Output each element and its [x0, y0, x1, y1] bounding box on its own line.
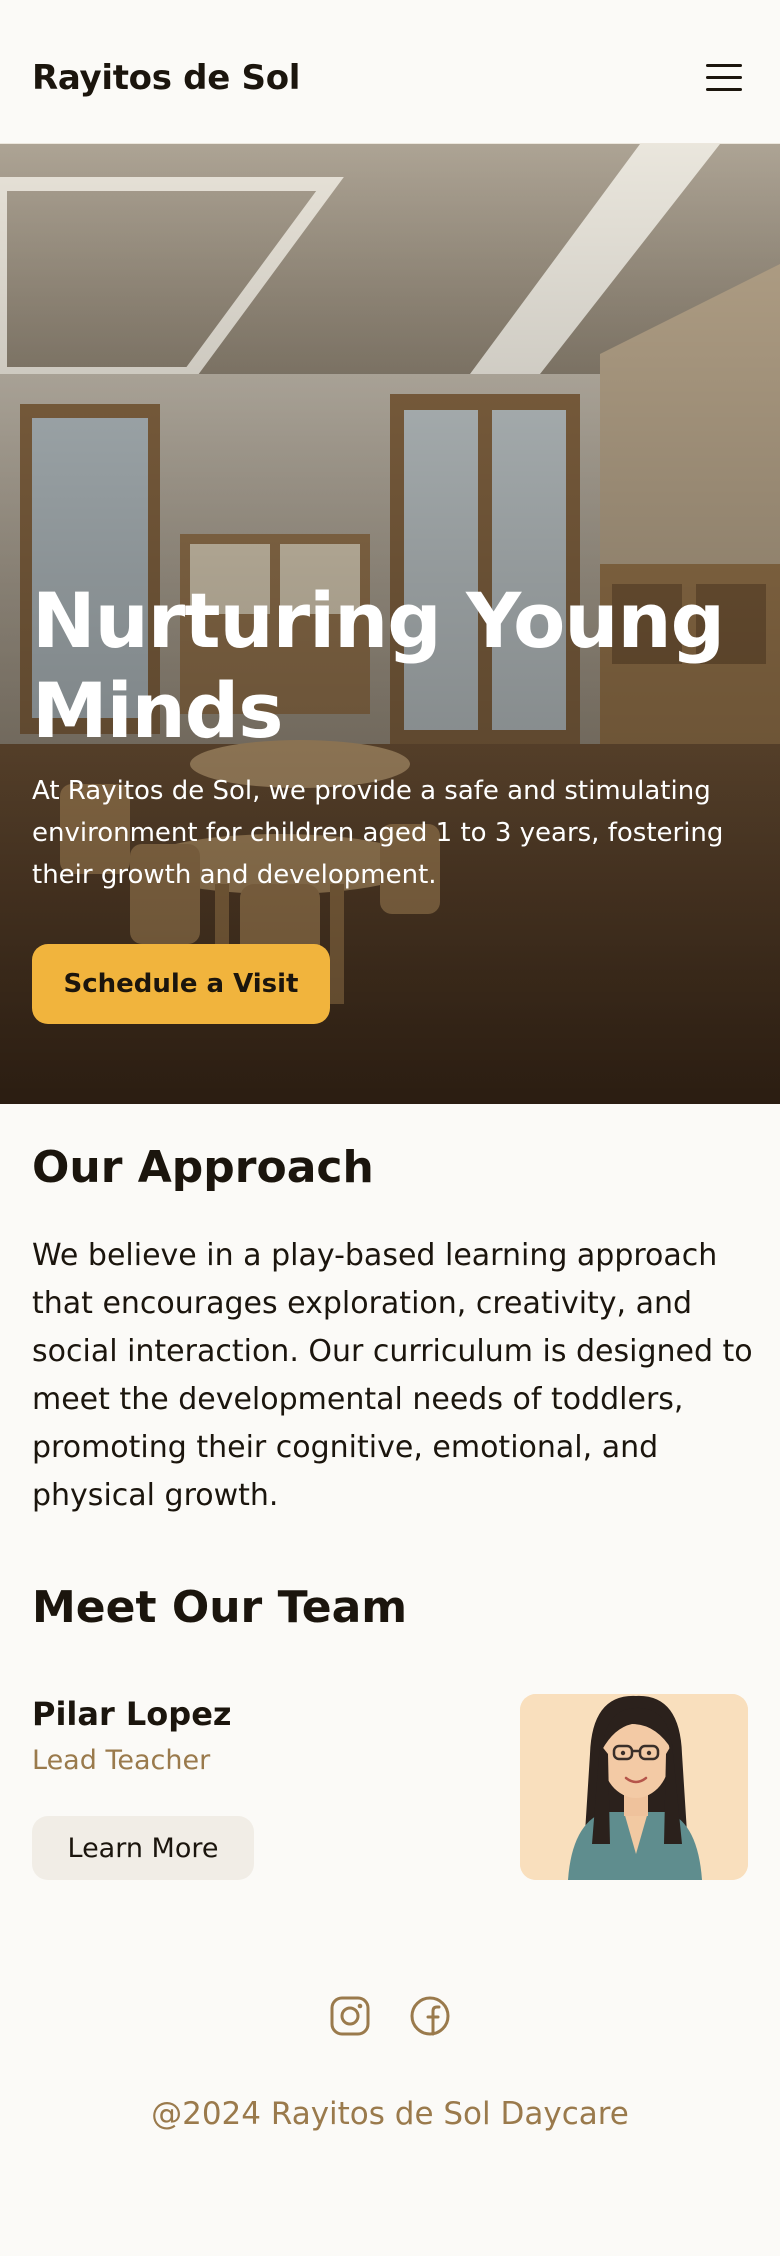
approach-description: We believe in a play-based learning appr… [32, 1238, 753, 1513]
approach-title: Our Approach [32, 1142, 374, 1193]
site-header: Rayitos de Sol [0, 0, 780, 144]
copyright-text: @2024 Rayitos de Sol Daycare [151, 2096, 629, 2132]
member-role: Lead Teacher [32, 1745, 211, 1776]
brand-logo-text[interactable]: Rayitos de Sol [32, 56, 300, 100]
teacher-portrait-icon [520, 1694, 748, 1880]
hero-title: Nurturing Young Minds [32, 576, 725, 755]
hero-section: Nurturing Young Minds At Rayitos de Sol,… [0, 144, 780, 1104]
team-title: Meet Our Team [32, 1582, 408, 1633]
schedule-visit-button[interactable]: Schedule a Visit [32, 944, 330, 1024]
learn-more-button[interactable]: Learn More [32, 1816, 254, 1880]
member-name: Pilar Lopez [32, 1695, 232, 1733]
facebook-icon[interactable] [408, 1994, 452, 2038]
member-avatar [520, 1694, 748, 1880]
menu-line [706, 88, 742, 91]
hero-description: At Rayitos de Sol, we provide a safe and… [32, 776, 724, 890]
menu-line [706, 64, 742, 67]
menu-line [706, 76, 742, 79]
hamburger-menu-icon[interactable] [700, 58, 748, 98]
instagram-icon[interactable] [328, 1994, 372, 2038]
